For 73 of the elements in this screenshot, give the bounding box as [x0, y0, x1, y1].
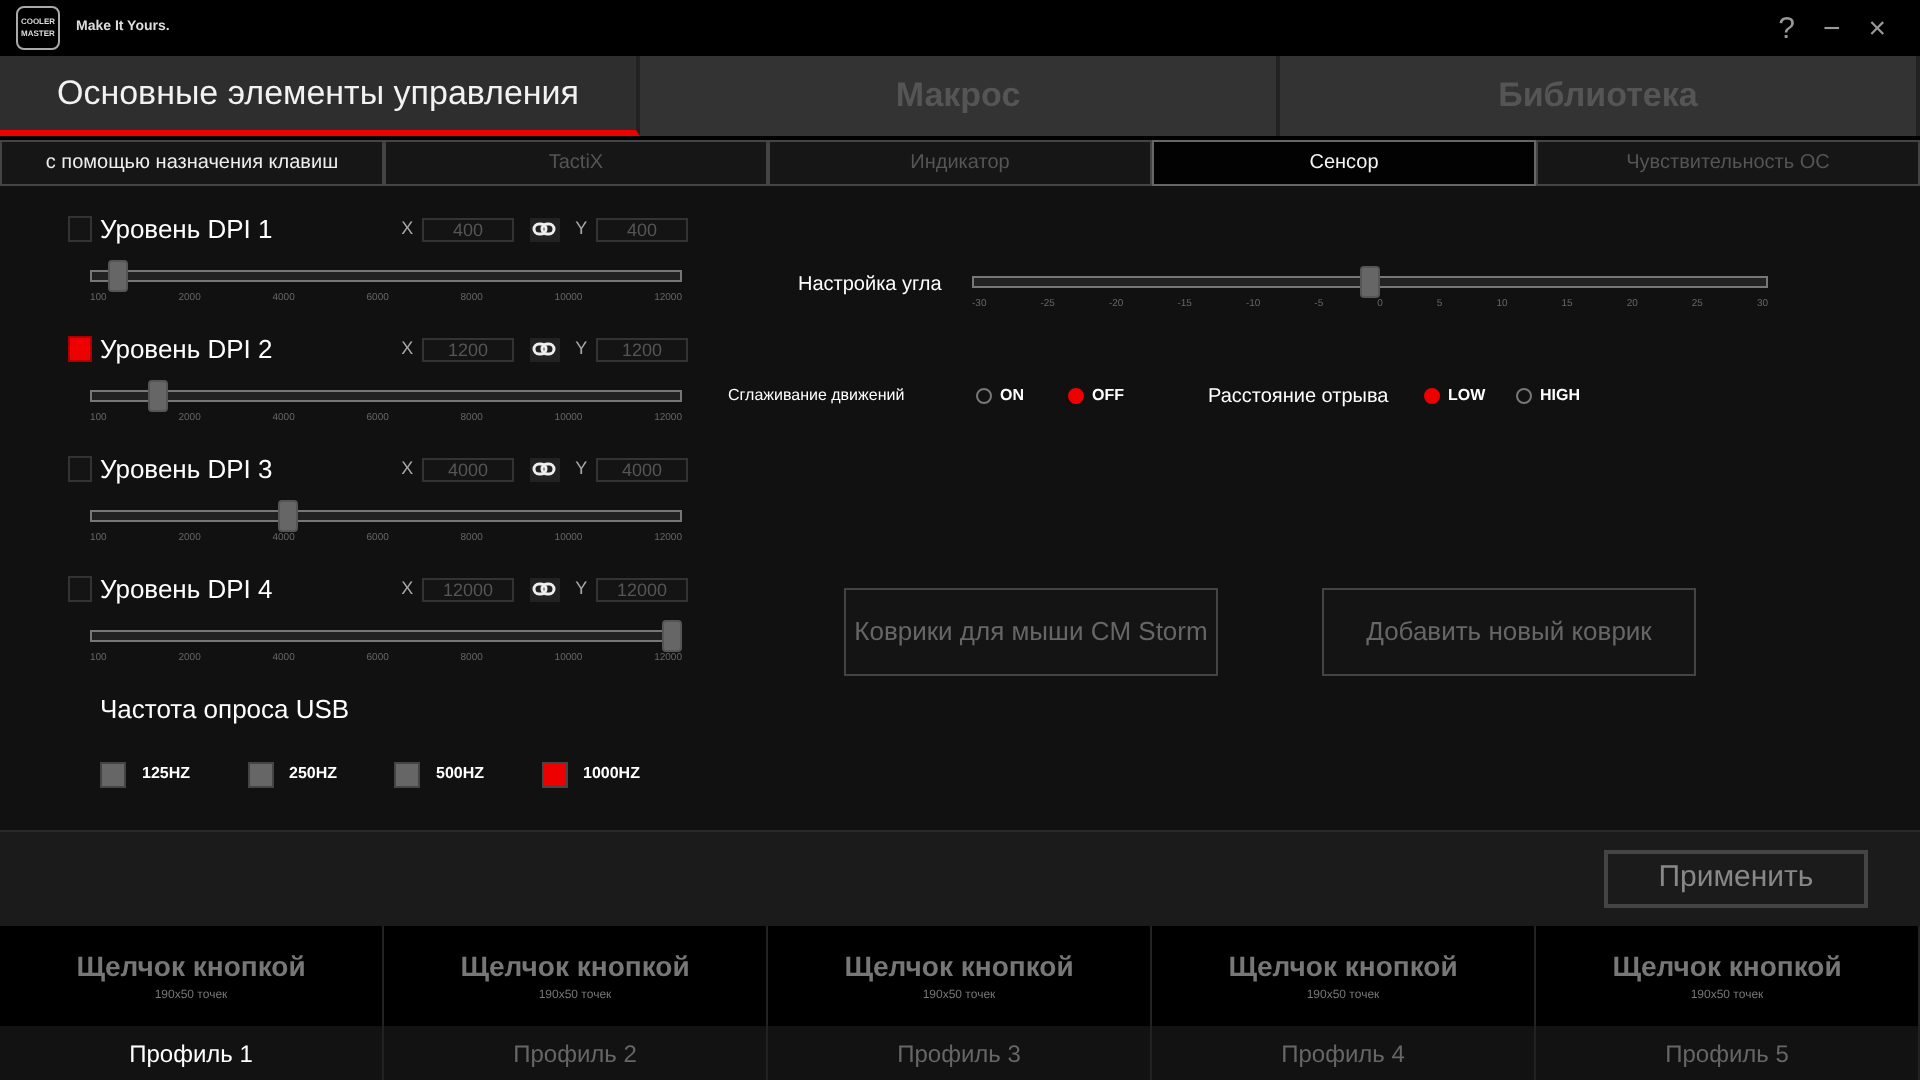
radio-label: HIGH: [1540, 384, 1580, 408]
checkbox[interactable]: [68, 456, 93, 483]
x-label: X: [401, 576, 414, 602]
angle-slider[interactable]: [972, 266, 1768, 298]
help-button[interactable]: ?: [1768, 13, 1805, 43]
close-button[interactable]: ×: [1858, 13, 1896, 43]
option-label: Расстояние отрыва: [1208, 383, 1391, 411]
sub-tab[interactable]: Индикатор: [768, 140, 1152, 186]
polling-option-box[interactable]: [541, 761, 567, 787]
dpi-level-label: Уровень DPI 1: [100, 212, 275, 248]
radio-button[interactable]: [1424, 388, 1440, 404]
slider-thumb[interactable]: [1360, 266, 1380, 298]
polling-title: Частота опроса USB: [100, 692, 352, 728]
option-label: Сглаживание движений: [728, 384, 907, 408]
sub-tab[interactable]: Сенсор: [1152, 140, 1536, 186]
checkbox[interactable]: [68, 336, 93, 363]
polling-option-label: 250HZ: [289, 762, 338, 786]
y-field[interactable]: 12000: [596, 577, 688, 602]
minimize-button[interactable]: −: [1812, 13, 1851, 43]
radio-button[interactable]: [1068, 388, 1084, 404]
radio-button[interactable]: [1516, 388, 1532, 404]
slider-thumb[interactable]: [107, 259, 128, 291]
slider-thumb[interactable]: [278, 499, 299, 531]
dpi-slider[interactable]: [90, 619, 682, 651]
y-label: Y: [575, 216, 588, 242]
main-tab[interactable]: Основные элементы управления: [0, 56, 640, 136]
y-label: Y: [575, 456, 588, 482]
x-field[interactable]: 12000: [421, 577, 514, 602]
polling-option-label: 500HZ: [436, 762, 485, 786]
y-label: Y: [575, 336, 588, 362]
y-field[interactable]: 1200: [596, 337, 688, 362]
dpi-level-label: Уровень DPI 3: [100, 452, 275, 488]
link-icon[interactable]: [529, 577, 560, 602]
radio-label: OFF: [1092, 384, 1124, 408]
dpi-level-label: Уровень DPI 4: [100, 572, 275, 608]
radio-label: LOW: [1448, 384, 1486, 408]
profile-title: Щелчок кнопкой: [460, 948, 690, 986]
profile-title: Щелчок кнопкой: [844, 948, 1074, 986]
sub-tab[interactable]: с помощью назначения клавиш: [0, 140, 384, 186]
dpi-slider[interactable]: [90, 379, 682, 411]
radio-button[interactable]: [976, 388, 992, 404]
y-field[interactable]: 400: [596, 217, 688, 242]
y-field[interactable]: 4000: [596, 457, 688, 482]
polling-option-box[interactable]: [100, 761, 126, 787]
sub-tab[interactable]: TactiX: [384, 140, 768, 186]
polling-option-label: 125HZ: [142, 762, 191, 786]
x-field[interactable]: 400: [421, 217, 514, 242]
y-label: Y: [575, 576, 588, 602]
polling-option-label: 1000HZ: [583, 762, 640, 786]
radio-label: ON: [1000, 384, 1024, 408]
x-field[interactable]: 4000: [421, 457, 514, 482]
apply-button[interactable]: Применить: [1604, 850, 1868, 908]
angle-label: Настройка угла: [798, 272, 944, 300]
x-label: X: [401, 216, 414, 242]
dpi-slider[interactable]: [90, 259, 682, 291]
profile-title: Щелчок кнопкой: [1228, 948, 1458, 986]
sub-tab[interactable]: Чувствительность ОС: [1536, 140, 1920, 186]
profile-title: Щелчок кнопкой: [76, 948, 306, 986]
checkbox[interactable]: [68, 576, 93, 603]
link-icon[interactable]: [529, 457, 560, 482]
x-field[interactable]: 1200: [421, 337, 514, 362]
link-icon[interactable]: [529, 217, 560, 242]
slider-thumb[interactable]: [662, 619, 682, 651]
x-label: X: [401, 456, 414, 482]
dpi-slider[interactable]: [90, 499, 682, 531]
x-label: X: [401, 336, 414, 362]
polling-option-box[interactable]: [394, 761, 420, 787]
profile-title: Щелчок кнопкой: [1612, 948, 1842, 986]
checkbox[interactable]: [68, 216, 93, 243]
dpi-level-label: Уровень DPI 2: [100, 332, 275, 368]
slider-thumb[interactable]: [147, 379, 168, 411]
link-icon[interactable]: [529, 337, 560, 362]
polling-option-box[interactable]: [247, 761, 273, 787]
